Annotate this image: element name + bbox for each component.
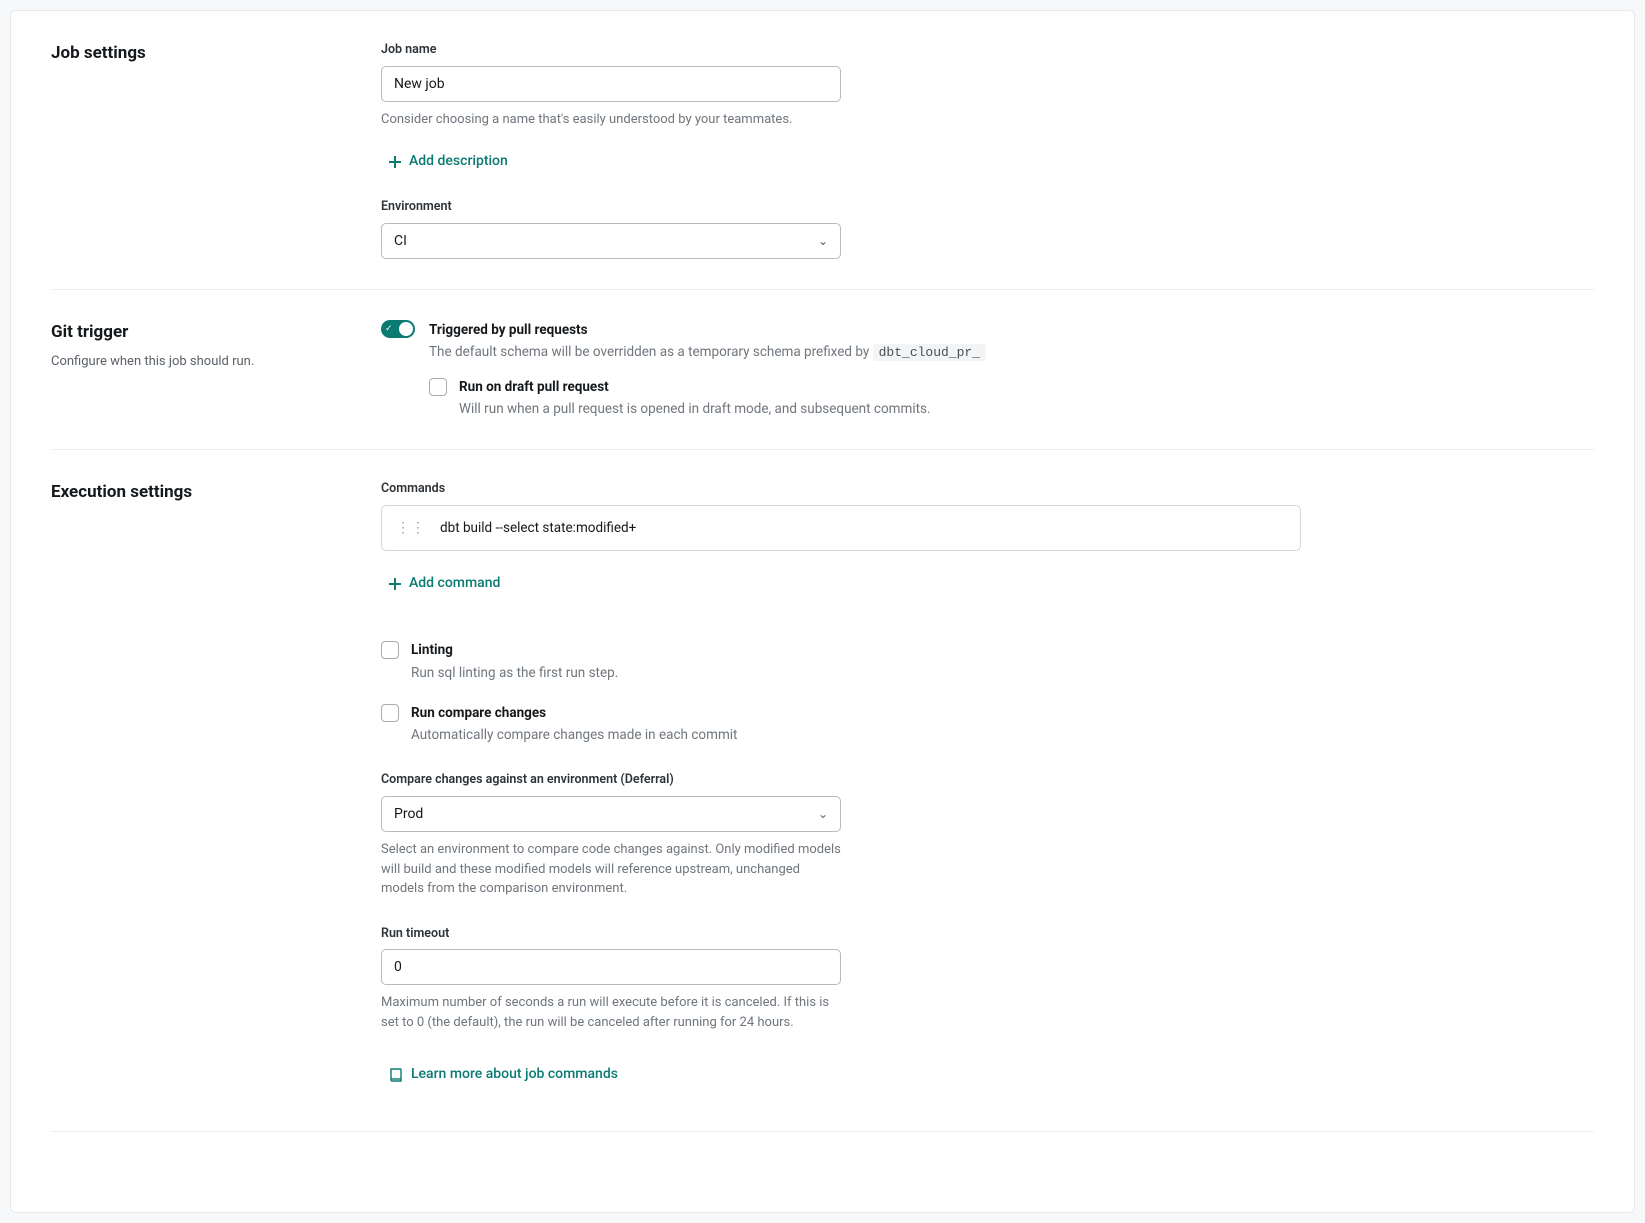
plus-icon bbox=[389, 578, 401, 590]
book-icon bbox=[389, 1067, 403, 1083]
environment-value: CI bbox=[394, 231, 407, 252]
run-on-draft-label: Run on draft pull request bbox=[459, 377, 931, 397]
run-timeout-helper: Maximum number of seconds a run will exe… bbox=[381, 993, 841, 1032]
section-title-git-trigger: Git trigger bbox=[51, 320, 361, 346]
compare-env-value: Prod bbox=[394, 804, 423, 825]
command-item[interactable]: ⋮⋮ dbt build --select state:modified+ bbox=[381, 505, 1301, 551]
linting-checkbox[interactable] bbox=[381, 641, 399, 659]
plus-icon bbox=[389, 156, 401, 168]
compare-env-helper: Select an environment to compare code ch… bbox=[381, 840, 841, 899]
add-command-label: Add command bbox=[409, 573, 500, 594]
add-command-button[interactable]: Add command bbox=[381, 567, 508, 600]
run-on-draft-desc: Will run when a pull request is opened i… bbox=[459, 399, 931, 419]
compare-env-select[interactable]: Prod ⌄ bbox=[381, 796, 841, 832]
job-settings-card: Job settings Job name Consider choosing … bbox=[10, 10, 1635, 1213]
toggle-knob bbox=[399, 322, 413, 336]
chevron-down-icon: ⌄ bbox=[818, 805, 828, 823]
add-description-button[interactable]: Add description bbox=[381, 145, 516, 178]
environment-select[interactable]: CI ⌄ bbox=[381, 223, 841, 259]
divider bbox=[51, 289, 1594, 290]
check-icon: ✓ bbox=[385, 322, 393, 336]
environment-label: Environment bbox=[381, 198, 1301, 217]
run-compare-desc: Automatically compare changes made in ea… bbox=[411, 725, 737, 745]
learn-more-label: Learn more about job commands bbox=[411, 1064, 618, 1085]
job-name-input[interactable] bbox=[381, 66, 841, 102]
git-trigger-section: Git trigger Configure when this job shou… bbox=[11, 320, 1634, 419]
learn-more-link[interactable]: Learn more about job commands bbox=[381, 1058, 626, 1091]
divider bbox=[51, 449, 1594, 450]
run-compare-label: Run compare changes bbox=[411, 703, 737, 723]
git-trigger-subtitle: Configure when this job should run. bbox=[51, 352, 361, 372]
run-timeout-input[interactable] bbox=[381, 949, 841, 985]
linting-desc: Run sql linting as the first run step. bbox=[411, 663, 618, 683]
chevron-down-icon: ⌄ bbox=[818, 232, 828, 250]
section-title-job-settings: Job settings bbox=[51, 41, 361, 67]
linting-label: Linting bbox=[411, 640, 618, 660]
run-compare-checkbox[interactable] bbox=[381, 704, 399, 722]
commands-label: Commands bbox=[381, 480, 1301, 499]
run-timeout-label: Run timeout bbox=[381, 925, 1301, 944]
execution-settings-section: Execution settings Commands ⋮⋮ dbt build… bbox=[11, 480, 1634, 1091]
run-on-draft-checkbox[interactable] bbox=[429, 378, 447, 396]
command-text: dbt build --select state:modified+ bbox=[440, 518, 636, 538]
job-name-label: Job name bbox=[381, 41, 1301, 60]
triggered-by-pr-toggle[interactable]: ✓ bbox=[381, 320, 415, 338]
triggered-by-pr-label: Triggered by pull requests bbox=[429, 320, 986, 340]
job-settings-section: Job settings Job name Consider choosing … bbox=[11, 41, 1634, 259]
section-title-execution: Execution settings bbox=[51, 480, 361, 506]
compare-env-label: Compare changes against an environment (… bbox=[381, 771, 1301, 790]
code-chip-schema-prefix: dbt_cloud_pr_ bbox=[873, 344, 986, 361]
divider bbox=[51, 1131, 1594, 1132]
drag-handle-icon[interactable]: ⋮⋮ bbox=[396, 525, 426, 532]
job-name-helper: Consider choosing a name that's easily u… bbox=[381, 110, 1301, 130]
triggered-by-pr-desc: The default schema will be overridden as… bbox=[429, 342, 986, 363]
add-description-label: Add description bbox=[409, 151, 508, 172]
